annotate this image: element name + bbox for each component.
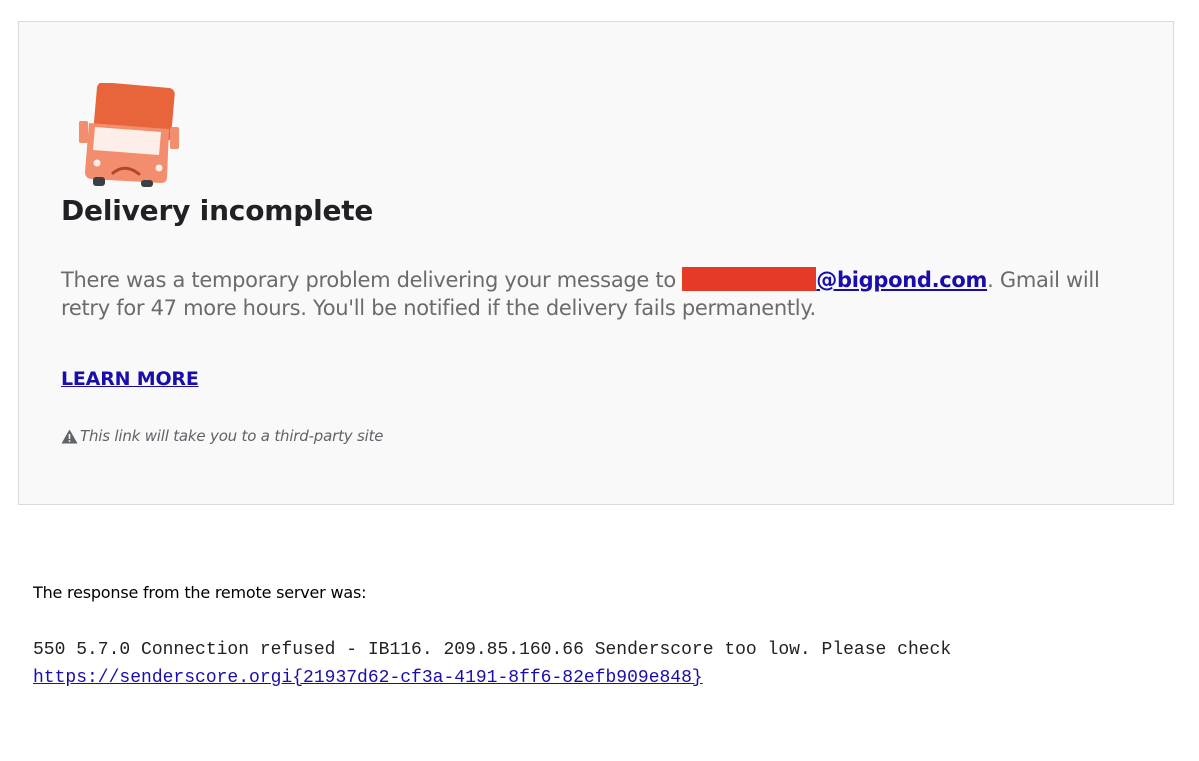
senderscore-link[interactable]: https://senderscore.orgi{21937d62-cf3a-4… bbox=[33, 668, 703, 688]
message-text-line2: retry for 47 more hours. You'll be notif… bbox=[61, 296, 816, 320]
page-title: Delivery incomplete bbox=[61, 194, 374, 227]
sad-delivery-truck-icon bbox=[79, 83, 179, 187]
third-party-disclaimer: This link will take you to a third-party… bbox=[61, 427, 383, 445]
delivery-status-card: Delivery incomplete There was a temporar… bbox=[18, 21, 1174, 505]
message-text-before: There was a temporary problem delivering… bbox=[61, 268, 683, 292]
warning-icon bbox=[61, 429, 78, 443]
learn-more-link[interactable]: LEARN MORE bbox=[61, 368, 199, 390]
server-response-body: 550 5.7.0 Connection refused - IB116. 20… bbox=[33, 636, 951, 692]
disclaimer-text: This link will take you to a third-party… bbox=[80, 427, 384, 445]
redacted-recipient bbox=[682, 267, 817, 291]
delivery-message: There was a temporary problem delivering… bbox=[61, 266, 1121, 322]
server-response-text: 550 5.7.0 Connection refused - IB116. 20… bbox=[33, 640, 952, 660]
recipient-email-link[interactable]: @bigpond.com bbox=[816, 268, 987, 292]
message-text-after: . Gmail will bbox=[987, 268, 1100, 292]
server-response-label: The response from the remote server was: bbox=[33, 583, 367, 602]
